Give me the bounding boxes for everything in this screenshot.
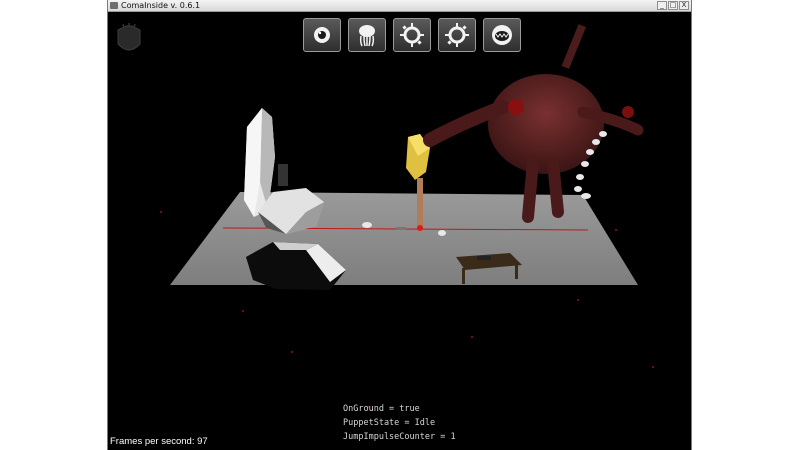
window-controls: _ □ X — [657, 1, 689, 11]
eye-tool-icon — [314, 27, 330, 43]
tool-button-jellyfish[interactable] — [348, 18, 386, 52]
fps-counter: Frames per second: 97 — [110, 436, 208, 447]
maximize-button[interactable]: □ — [668, 1, 678, 10]
tool-button-eye[interactable] — [303, 18, 341, 52]
close-button[interactable]: X — [679, 1, 689, 10]
mouth-tool-icon — [492, 25, 512, 45]
debug-on-ground: OnGround = true — [343, 404, 420, 414]
3d-scene[interactable] — [108, 12, 691, 450]
game-viewport[interactable]: OnGround = true PuppetState = Idle JumpImp… — [108, 12, 691, 450]
shield-badge-icon — [117, 23, 141, 51]
spiked-ring-tool-icon — [445, 23, 469, 47]
tool-button-mouth[interactable] — [483, 18, 521, 52]
tool-bar — [303, 18, 521, 52]
minimize-button[interactable]: _ — [657, 1, 667, 10]
debug-overlay: OnGround = true PuppetState = Idle JumpImp… — [343, 402, 456, 444]
floor-plane — [170, 192, 638, 285]
debug-jump-impulse-counter: JumpImpulseCounter = 1 — [343, 432, 456, 442]
jellyfish-tool-icon — [359, 25, 375, 47]
game-window: ComaInside v. 0.6.1 _ □ X OnGround = tru… — [107, 0, 692, 450]
small-block — [278, 164, 288, 186]
window-title: ComaInside v. 0.6.1 — [121, 1, 201, 10]
title-bar[interactable]: ComaInside v. 0.6.1 _ □ X — [108, 0, 691, 12]
spiked-ring-tool-icon — [400, 23, 424, 47]
debug-puppet-state: PuppetState = Idle — [343, 418, 436, 428]
tool-button-ring-2[interactable] — [438, 18, 476, 52]
app-icon — [110, 2, 118, 9]
tool-button-ring-1[interactable] — [393, 18, 431, 52]
flesh-creature[interactable] — [423, 24, 644, 223]
